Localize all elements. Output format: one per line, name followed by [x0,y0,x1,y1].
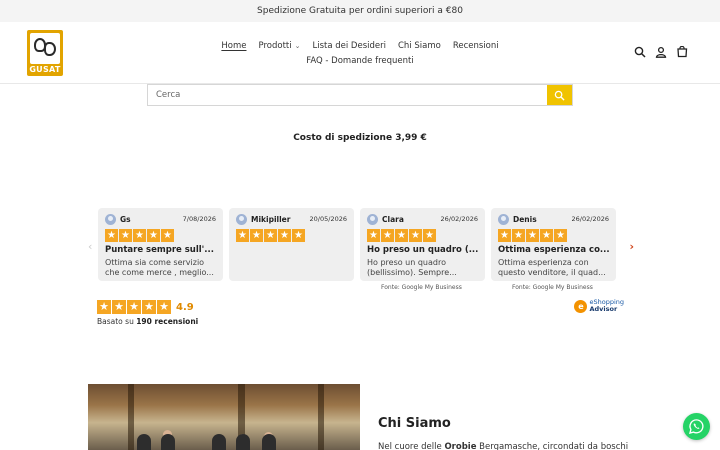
review-card[interactable]: Gs 7/08/2026 ★ ★ ★ ★ ★ Puntare sempre sull'.… [98,208,223,281]
search-icon [554,90,565,101]
star-icon: ★ [395,229,408,242]
shipping-cost-text: Costo di spedizione 3,99 € [293,133,427,143]
star-icon: ★ [540,229,553,242]
chevron-down-icon: ⌄ [294,41,301,50]
review-date: 26/02/2026 [440,215,478,223]
reviewer-name: Mikipiller [251,214,291,224]
reviewer-name: Gs [120,214,131,224]
about-text: Nel cuore delle Orobie Bergamasche, circ… [378,442,628,450]
rating-summary: ★ ★ ★ ★ ★ 4.9 Basato su 190 recensioni [97,300,198,326]
search-icon[interactable] [634,46,646,58]
carousel-next-button[interactable]: › [629,240,634,253]
eshopping-advisor-logo-icon: e [574,299,588,313]
review-title: Puntare sempre sull'... [105,245,214,255]
review-text: Ottima sia come servizio che come merce … [105,258,214,277]
star-icon: ★ [97,300,111,314]
logo-mark-icon [30,33,60,64]
star-icon: ★ [142,300,156,314]
header-icons [634,46,688,58]
nav-prodotti-label: Prodotti [258,40,292,51]
star-icon: ★ [367,229,380,242]
avatar [105,213,116,225]
star-icon: ★ [554,229,567,242]
reviewer-name: Denis [513,214,537,224]
eshopping-advisor-badge[interactable]: e eShopping Advisor [574,299,624,313]
about-text-post: Bergamasche, circondati da boschi [479,442,629,450]
review-date: 20/05/2026 [309,215,347,223]
whatsapp-icon [688,419,704,434]
star-icon: ★ [409,229,422,242]
star-icon: ★ [236,229,249,242]
search-bar [147,84,573,106]
reviewer-name: Clara [382,214,404,224]
reviews-carousel: Gs 7/08/2026 ★ ★ ★ ★ ★ Puntare sempre sull'.… [98,208,622,292]
review-source: Fonte: Google My Business [381,284,462,291]
review-date: 7/08/2026 [182,215,216,223]
review-count: 190 recensioni [136,317,199,326]
avatar [498,213,509,225]
review-date: 26/02/2026 [571,215,609,223]
about-text-pre: Nel cuore delle [378,442,442,450]
star-rating: ★ ★ ★ ★ ★ [367,229,478,242]
star-icon: ★ [127,300,141,314]
star-rating: ★ ★ ★ ★ ★ [498,229,609,242]
star-icon: ★ [423,229,436,242]
carousel-prev-button[interactable]: ‹ [88,240,92,253]
nav-faq[interactable]: FAQ - Domande frequenti [306,56,414,66]
star-rating: ★ ★ ★ ★ ★ [236,229,347,242]
review-title: Ho preso un quadro (... [367,245,478,255]
team-photo [88,384,360,450]
star-icon: ★ [250,229,263,242]
star-icon: ★ [161,229,174,242]
star-icon: ★ [119,229,132,242]
whatsapp-button[interactable] [683,413,710,440]
avatar [367,213,378,225]
nav-recensioni[interactable]: Recensioni [453,41,499,51]
logo[interactable]: GUSAT [27,30,63,76]
user-icon[interactable] [655,46,667,58]
review-text: Ottima esperienza con questo venditore, … [498,258,606,277]
star-icon: ★ [526,229,539,242]
about-title: Chi Siamo [378,416,451,431]
site-header: GUSAT Home Prodotti ⌄ Lista dei Desideri … [0,22,720,84]
search-submit-button[interactable] [547,85,572,105]
star-rating: ★ ★ ★ ★ ★ [105,229,216,242]
badge-line2: Advisor [589,305,618,313]
based-prefix: Basato su [97,317,134,326]
average-score: 4.9 [176,301,194,313]
star-icon: ★ [133,229,146,242]
avatar [236,213,247,225]
star-icon: ★ [498,229,511,242]
reviews-widget: ‹ Gs 7/08/2026 ★ ★ ★ ★ ★ Puntare sempre sull… [88,208,636,328]
review-card[interactable]: Clara 26/02/2026 ★ ★ ★ ★ ★ Ho preso un quadr… [360,208,485,281]
logo-text: GUSAT [29,65,61,74]
review-card[interactable]: Denis 26/02/2026 ★ ★ ★ ★ ★ Ottima esperienza… [491,208,616,281]
review-count-text: Basato su 190 recensioni [97,317,198,326]
star-icon: ★ [278,229,291,242]
star-icon: ★ [157,300,171,314]
star-icon: ★ [112,300,126,314]
nav-home[interactable]: Home [221,41,246,51]
review-source: Fonte: Google My Business [512,284,593,291]
nav-chi-siamo[interactable]: Chi Siamo [398,41,441,51]
cart-icon[interactable] [676,46,688,58]
main-nav: Home Prodotti ⌄ Lista dei Desideri Chi Si… [200,39,520,67]
star-icon: ★ [512,229,525,242]
about-text-bold: Orobie [444,442,477,450]
star-rating: ★ ★ ★ ★ ★ [97,300,171,314]
star-icon: ★ [105,229,118,242]
review-title: Ottima esperienza co... [498,245,609,255]
star-icon: ★ [147,229,160,242]
review-card[interactable]: Mikipiller 20/05/2026 ★ ★ ★ ★ ★ [229,208,354,281]
star-icon: ★ [292,229,305,242]
nav-lista-desideri[interactable]: Lista dei Desideri [312,41,386,51]
review-text: Ho preso un quadro (bellissimo). Sempre.… [367,258,457,277]
star-icon: ★ [264,229,277,242]
search-input[interactable] [148,85,547,105]
star-icon: ★ [381,229,394,242]
announcement-bar: Spedizione Gratuita per ordini superiori… [0,0,720,22]
nav-prodotti[interactable]: Prodotti ⌄ [258,41,300,51]
announcement-text: Spedizione Gratuita per ordini superiori… [257,6,463,16]
